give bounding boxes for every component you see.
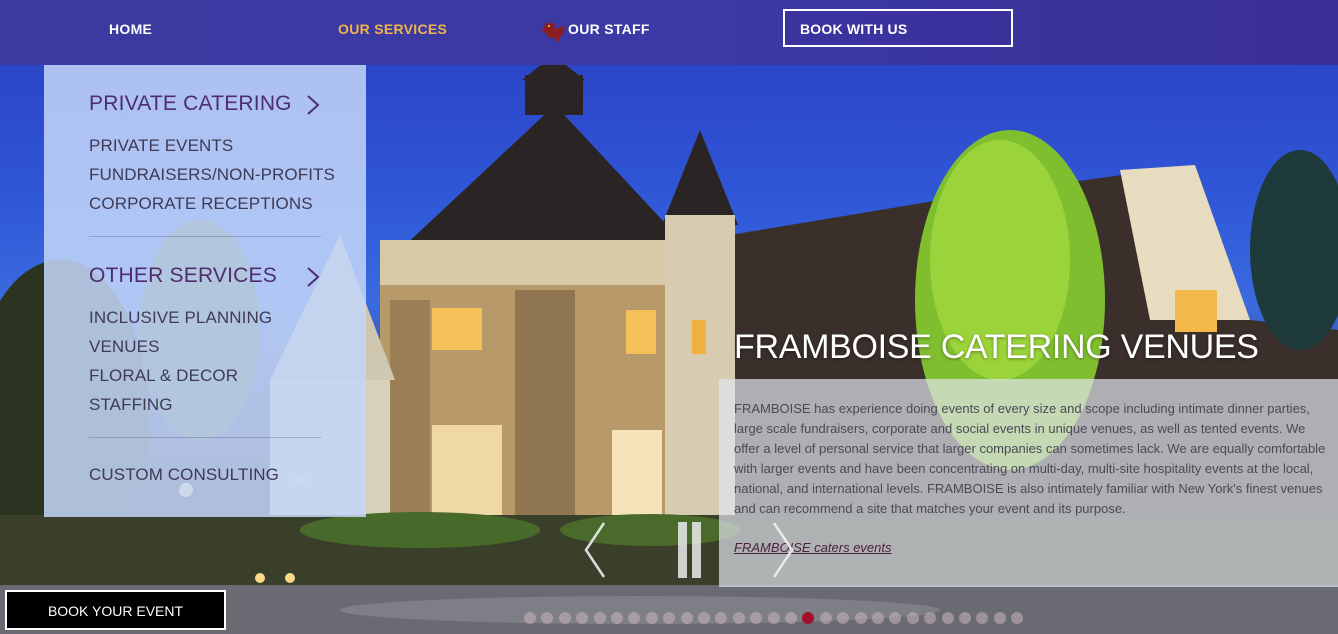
chevron-right-icon[interactable] [306, 94, 320, 116]
menu-item-staffing[interactable]: STAFFING [89, 395, 173, 415]
slider-dot[interactable] [941, 612, 954, 624]
other-services-heading[interactable]: OTHER SERVICES [89, 264, 277, 288]
nav-our-services-link[interactable]: OUR SERVICES [338, 21, 447, 37]
menu-item-private-events[interactable]: PRIVATE EVENTS [89, 136, 233, 156]
slider-dot[interactable] [872, 612, 884, 624]
slider-dot[interactable] [785, 612, 797, 624]
menu-item-custom-consulting[interactable]: CUSTOM CONSULTING [89, 465, 279, 485]
slider-dot[interactable] [819, 612, 832, 624]
book-with-us-button[interactable]: BOOK WITH US [783, 9, 1013, 47]
slider-dot[interactable] [593, 612, 606, 624]
framboise-caters-events-link[interactable]: FRAMBOISE caters events [734, 540, 892, 555]
slider-dot[interactable] [767, 612, 780, 624]
menu-item-venues[interactable]: VENUES [89, 337, 160, 357]
slider-dot[interactable] [959, 612, 971, 624]
book-your-event-button[interactable]: BOOK YOUR EVENT [5, 590, 226, 630]
slider-dot[interactable] [611, 612, 623, 624]
hero-title: FRAMBOISE CATERING VENUES [734, 328, 1259, 366]
nav-our-staff-link[interactable]: OUR STAFF [568, 21, 650, 37]
slider-dot[interactable] [732, 612, 745, 624]
rooster-logo-icon [541, 22, 565, 42]
slider-dot[interactable] [854, 612, 867, 624]
menu-item-floral-decor[interactable]: FLORAL & DECOR [89, 366, 238, 386]
private-catering-heading[interactable]: PRIVATE CATERING [89, 92, 292, 116]
slider-dot[interactable] [680, 612, 693, 624]
menu-item-fundraisers[interactable]: FUNDRAISERS/NON-PROFITS [89, 165, 335, 185]
menu-item-inclusive-planning[interactable]: INCLUSIVE PLANNING [89, 308, 272, 328]
slider-dot[interactable] [645, 612, 658, 624]
slider-dot[interactable] [906, 612, 919, 624]
top-nav-bar: HOME OUR SERVICES OUR STAFF BOOK WITH US [0, 0, 1338, 65]
slider-dot[interactable] [698, 612, 710, 624]
hero-description-box: FRAMBOISE has experience doing events of… [719, 379, 1338, 587]
slider-dot[interactable] [558, 612, 571, 624]
nav-home-link[interactable]: HOME [109, 21, 152, 37]
slider-dot[interactable] [993, 612, 1006, 624]
slider-next-arrow-icon[interactable] [770, 521, 796, 579]
menu-divider [89, 236, 321, 237]
slider-dot[interactable] [524, 612, 536, 624]
chevron-right-icon[interactable] [306, 266, 320, 288]
menu-divider [89, 437, 321, 438]
services-dropdown-menu: PRIVATE CATERING PRIVATE EVENTS FUNDRAIS… [44, 65, 366, 517]
slider-prev-arrow-icon[interactable] [582, 521, 608, 579]
hero-description-text: FRAMBOISE has experience doing events of… [734, 401, 1326, 516]
slider-pause-icon[interactable] [678, 522, 702, 578]
menu-item-corporate-receptions[interactable]: CORPORATE RECEPTIONS [89, 194, 313, 214]
